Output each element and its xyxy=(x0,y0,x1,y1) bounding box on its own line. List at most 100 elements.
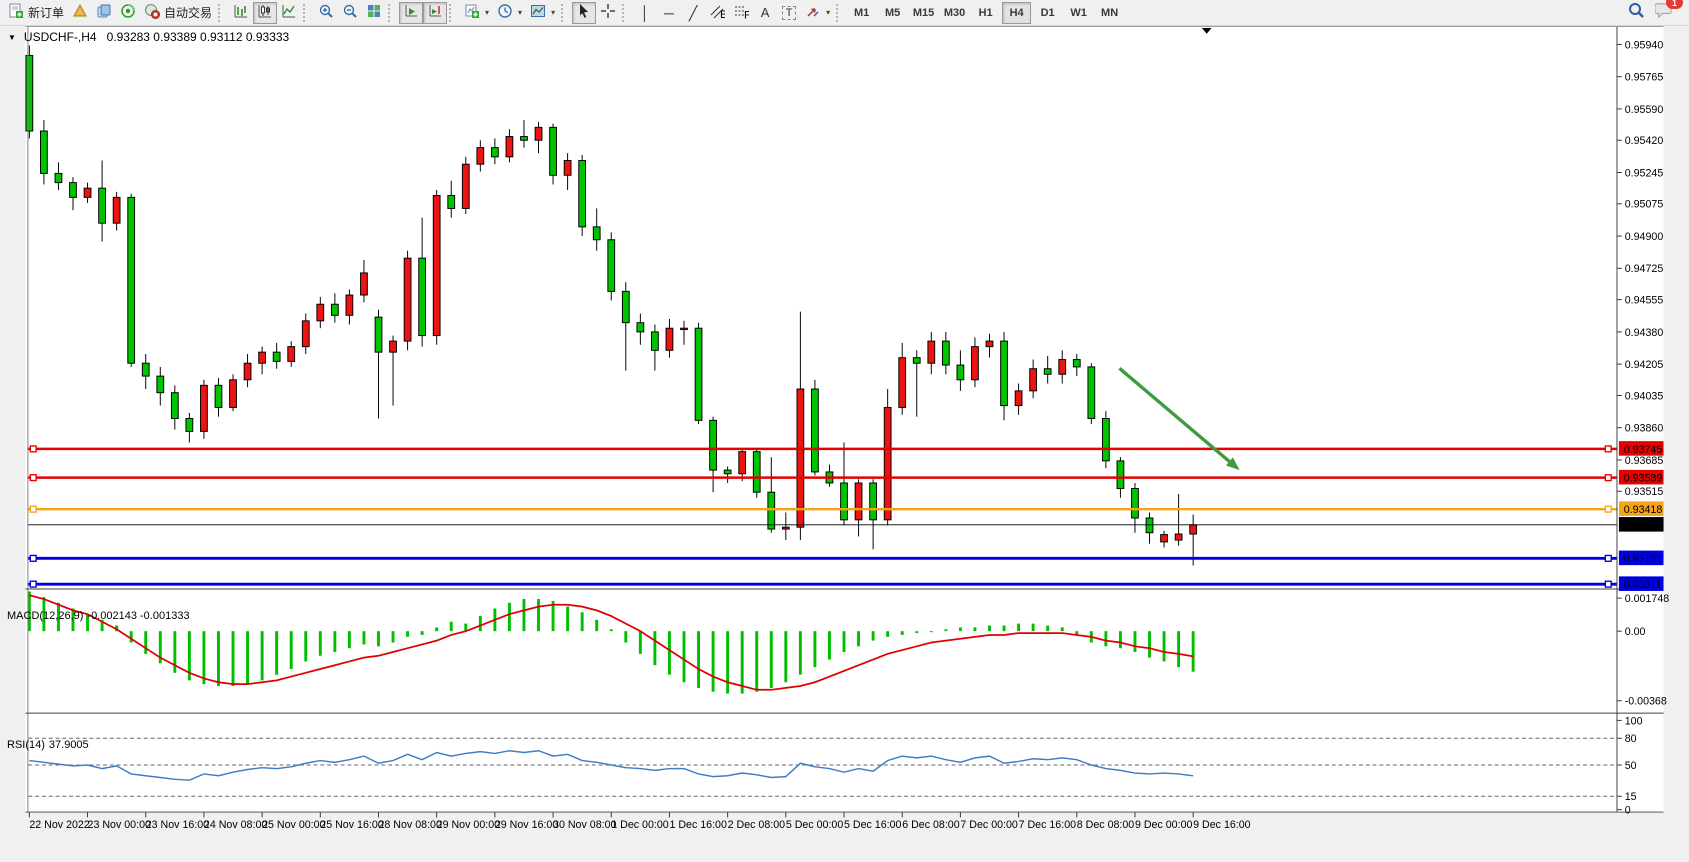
macd-histogram-bar xyxy=(1003,626,1006,632)
candle xyxy=(1102,418,1109,460)
new-order-button[interactable]: 新订单 xyxy=(4,2,68,24)
candle xyxy=(1030,369,1037,391)
horizontal-line-tool-button[interactable]: ─ xyxy=(657,2,681,24)
macd-histogram-bar xyxy=(202,631,205,684)
time-axis-label: 1 Dec 00:00 xyxy=(611,819,669,831)
timeframe-button-H4[interactable]: H4 xyxy=(1002,2,1031,24)
macd-histogram-bar xyxy=(232,631,235,686)
candle xyxy=(84,188,91,197)
timeframe-button-H1[interactable]: H1 xyxy=(971,2,1000,24)
price-axis-label: 0.94725 xyxy=(1625,263,1664,275)
chart-shift-button[interactable] xyxy=(423,2,447,24)
macd-histogram-bar xyxy=(246,631,249,684)
macd-axis-label: 0.00 xyxy=(1625,626,1646,638)
macd-histogram-bar xyxy=(566,607,569,632)
line-handle[interactable] xyxy=(30,581,36,587)
cursor-button[interactable] xyxy=(572,2,596,24)
macd-histogram-bar xyxy=(479,616,482,631)
market-watch-button[interactable] xyxy=(68,2,92,24)
collapse-triangle-icon[interactable]: ▼ xyxy=(8,33,16,42)
timeframe-button-M1[interactable]: M1 xyxy=(847,2,876,24)
macd-histogram-bar xyxy=(261,631,264,680)
periodicity-button[interactable]: ▾ xyxy=(493,2,526,24)
candle xyxy=(55,173,62,182)
rsi-indicator-label: RSI(14)37.9005 xyxy=(7,739,93,751)
new-chart-button[interactable]: ▾ xyxy=(460,2,493,24)
trendline-tool-button[interactable]: ╱ xyxy=(681,2,705,24)
candle xyxy=(1117,461,1124,489)
line-handle[interactable] xyxy=(30,506,36,512)
candle xyxy=(812,389,819,472)
zoom-out-icon xyxy=(342,3,358,22)
timeframe-button-W1[interactable]: W1 xyxy=(1064,2,1093,24)
text-tool-button[interactable]: A xyxy=(753,2,777,24)
search-icon[interactable] xyxy=(1627,1,1645,24)
chart-canvas[interactable]: 0.959400.957650.955900.954200.952450.950… xyxy=(0,26,1689,862)
line-handle[interactable] xyxy=(1605,446,1611,452)
macd-histogram-bar xyxy=(1046,626,1049,632)
arrows-tool-button[interactable]: ▾ xyxy=(801,2,834,24)
candlestick-chart-button[interactable] xyxy=(253,2,277,24)
chevron-down-icon: ▾ xyxy=(826,8,830,17)
line-handle[interactable] xyxy=(30,446,36,452)
macd-histogram-bar xyxy=(1163,631,1166,661)
candle xyxy=(681,328,688,329)
svg-text:E: E xyxy=(720,9,725,19)
arrows-icon xyxy=(805,3,821,22)
line-handle[interactable] xyxy=(1605,506,1611,512)
line-handle[interactable] xyxy=(1605,581,1611,587)
candle xyxy=(506,137,513,157)
templates-button[interactable]: ▾ xyxy=(526,2,559,24)
line-chart-button[interactable] xyxy=(277,2,301,24)
vertical-line-icon: │ xyxy=(641,6,650,20)
macd-histogram-bar xyxy=(959,627,962,631)
timeframe-button-D1[interactable]: D1 xyxy=(1033,2,1062,24)
fibonacci-tool-button[interactable]: F xyxy=(729,2,753,24)
candle xyxy=(302,321,309,347)
macd-histogram-bar xyxy=(668,631,671,674)
macd-histogram-bar xyxy=(639,631,642,654)
line-handle[interactable] xyxy=(1605,475,1611,481)
svg-text:F: F xyxy=(744,10,749,20)
candle xyxy=(1001,341,1008,405)
timeframe-button-M30[interactable]: M30 xyxy=(940,2,969,24)
notifications-chat-button[interactable]: 1 xyxy=(1655,1,1675,24)
macd-histogram-bar xyxy=(1148,631,1151,657)
candle xyxy=(899,358,906,408)
macd-histogram-bar xyxy=(348,631,351,648)
timeframe-button-MN[interactable]: MN xyxy=(1095,2,1124,24)
macd-histogram-bar xyxy=(988,626,991,632)
zoom-out-button[interactable] xyxy=(338,2,362,24)
vertical-line-tool-button[interactable]: │ xyxy=(633,2,657,24)
macd-histogram-bar xyxy=(886,631,889,637)
line-handle[interactable] xyxy=(30,555,36,561)
data-window-button[interactable] xyxy=(92,2,116,24)
navigator-button[interactable] xyxy=(116,2,140,24)
channel-tool-button[interactable]: E xyxy=(705,2,729,24)
crosshair-button[interactable] xyxy=(596,2,620,24)
text-label-tool-button[interactable]: T xyxy=(777,2,801,24)
tile-windows-button[interactable] xyxy=(362,2,386,24)
macd-histogram-bar xyxy=(217,631,220,686)
autotrading-button[interactable]: 自动交易 xyxy=(140,2,216,24)
price-axis-label: 0.95245 xyxy=(1625,167,1664,179)
candle xyxy=(1073,360,1080,367)
timeframe-button-M5[interactable]: M5 xyxy=(878,2,907,24)
zoom-in-button[interactable] xyxy=(314,2,338,24)
rsi-axis-label: 80 xyxy=(1625,733,1637,745)
auto-scroll-button[interactable] xyxy=(399,2,423,24)
candle xyxy=(41,131,48,173)
toolbar: 新订单 自动交易 xyxy=(0,0,1689,26)
line-handle[interactable] xyxy=(1605,555,1611,561)
timeframe-button-M15[interactable]: M15 xyxy=(909,2,938,24)
time-axis-label: 24 Nov 08:00 xyxy=(204,819,267,831)
line-handle[interactable] xyxy=(30,475,36,481)
price-axis-label: 0.93860 xyxy=(1625,423,1664,435)
price-axis-label: 0.95940 xyxy=(1625,39,1664,51)
time-axis-label: 25 Nov 00:00 xyxy=(262,819,325,831)
bar-chart-button[interactable] xyxy=(229,2,253,24)
candle xyxy=(1132,489,1139,518)
candle xyxy=(128,197,135,363)
toolbar-grip xyxy=(449,4,456,22)
auto-scroll-icon xyxy=(403,3,419,22)
